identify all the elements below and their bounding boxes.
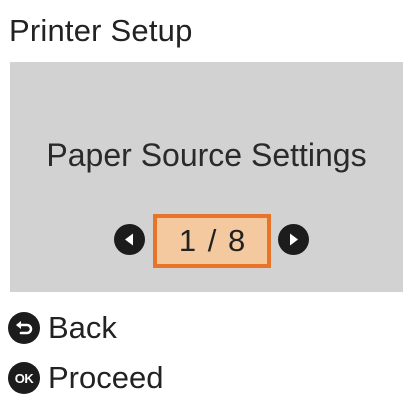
page-title: Printer Setup xyxy=(9,13,193,48)
ok-icon-text: OK xyxy=(14,370,34,386)
next-page-button[interactable] xyxy=(278,224,309,255)
menu-panel: Paper Source Settings 1 / 8 xyxy=(10,62,403,292)
chevron-right-circle-icon xyxy=(290,233,298,246)
proceed-button[interactable]: OK Proceed xyxy=(8,360,163,396)
current-page-number: 1 xyxy=(178,223,197,258)
back-button[interactable]: Back xyxy=(8,310,117,346)
chevron-left-circle-icon xyxy=(125,233,133,246)
softkey-bar: Back OK Proceed xyxy=(0,292,403,403)
ok-button-icon: OK xyxy=(8,362,40,394)
page-indicator: 1 / 8 xyxy=(153,214,271,268)
proceed-label: Proceed xyxy=(48,360,164,395)
page-separator: / xyxy=(207,223,217,258)
page-navigator: 1 / 8 xyxy=(10,210,403,268)
current-menu-item-label[interactable]: Paper Source Settings xyxy=(10,137,403,174)
title-bar: Printer Setup xyxy=(0,0,403,62)
back-arrow-icon xyxy=(8,312,40,344)
previous-page-button[interactable] xyxy=(114,224,145,255)
printer-lcd-screen: Printer Setup Paper Source Settings 1 / … xyxy=(0,0,403,403)
back-label: Back xyxy=(48,310,117,345)
total-page-count: 8 xyxy=(227,223,246,258)
